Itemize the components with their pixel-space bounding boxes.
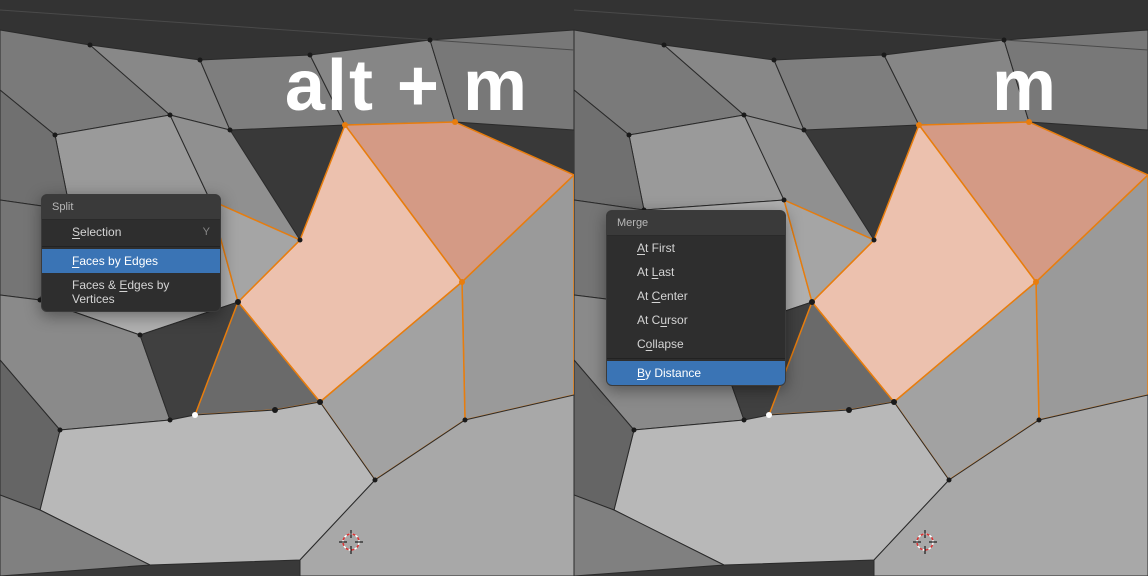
merge-menu-item-collapse[interactable]: Collapse — [607, 332, 785, 356]
merge-menu-item-at-first[interactable]: At First — [607, 236, 785, 260]
menu-separator — [607, 358, 785, 359]
menu-item-label: At Center — [637, 289, 688, 303]
split-menu-item-faces-by-edges[interactable]: Faces by Edges — [42, 249, 220, 273]
merge-menu-header: Merge — [607, 211, 785, 236]
merge-menu-item-at-last[interactable]: At Last — [607, 260, 785, 284]
menu-item-label: At First — [637, 241, 675, 255]
split-menu-header: Split — [42, 195, 220, 220]
merge-context-menu: Merge At First At Last At Center At Curs… — [606, 210, 786, 386]
split-menu-item-faces-edges-by-vertices[interactable]: Faces & Edges by Vertices — [42, 273, 220, 311]
left-shortcut-label: alt + m — [285, 45, 529, 127]
merge-menu-item-by-distance[interactable]: By Distance — [607, 361, 785, 385]
split-context-menu: Split Selection Y Faces by Edges Faces &… — [41, 194, 221, 312]
menu-item-label: By Distance — [637, 366, 701, 380]
merge-menu-item-at-cursor[interactable]: At Cursor — [607, 308, 785, 332]
menu-item-shortcut: Y — [203, 226, 210, 238]
menu-item-label: Collapse — [637, 337, 684, 351]
merge-menu-item-at-center[interactable]: At Center — [607, 284, 785, 308]
right-viewport-panel: m Merge At First At Last At Center At Cu… — [574, 0, 1148, 576]
menu-item-label: At Last — [637, 265, 674, 279]
menu-item-label: Faces by Edges — [72, 254, 158, 268]
split-menu-item-selection[interactable]: Selection Y — [42, 220, 220, 244]
menu-item-label: Faces & Edges by Vertices — [72, 278, 210, 306]
left-viewport-panel: alt + m Split Selection Y Faces by Edges… — [0, 0, 574, 576]
menu-item-label: Selection — [72, 225, 121, 239]
menu-item-label: At Cursor — [637, 313, 688, 327]
right-shortcut-label: m — [992, 45, 1058, 127]
menu-separator — [42, 246, 220, 247]
